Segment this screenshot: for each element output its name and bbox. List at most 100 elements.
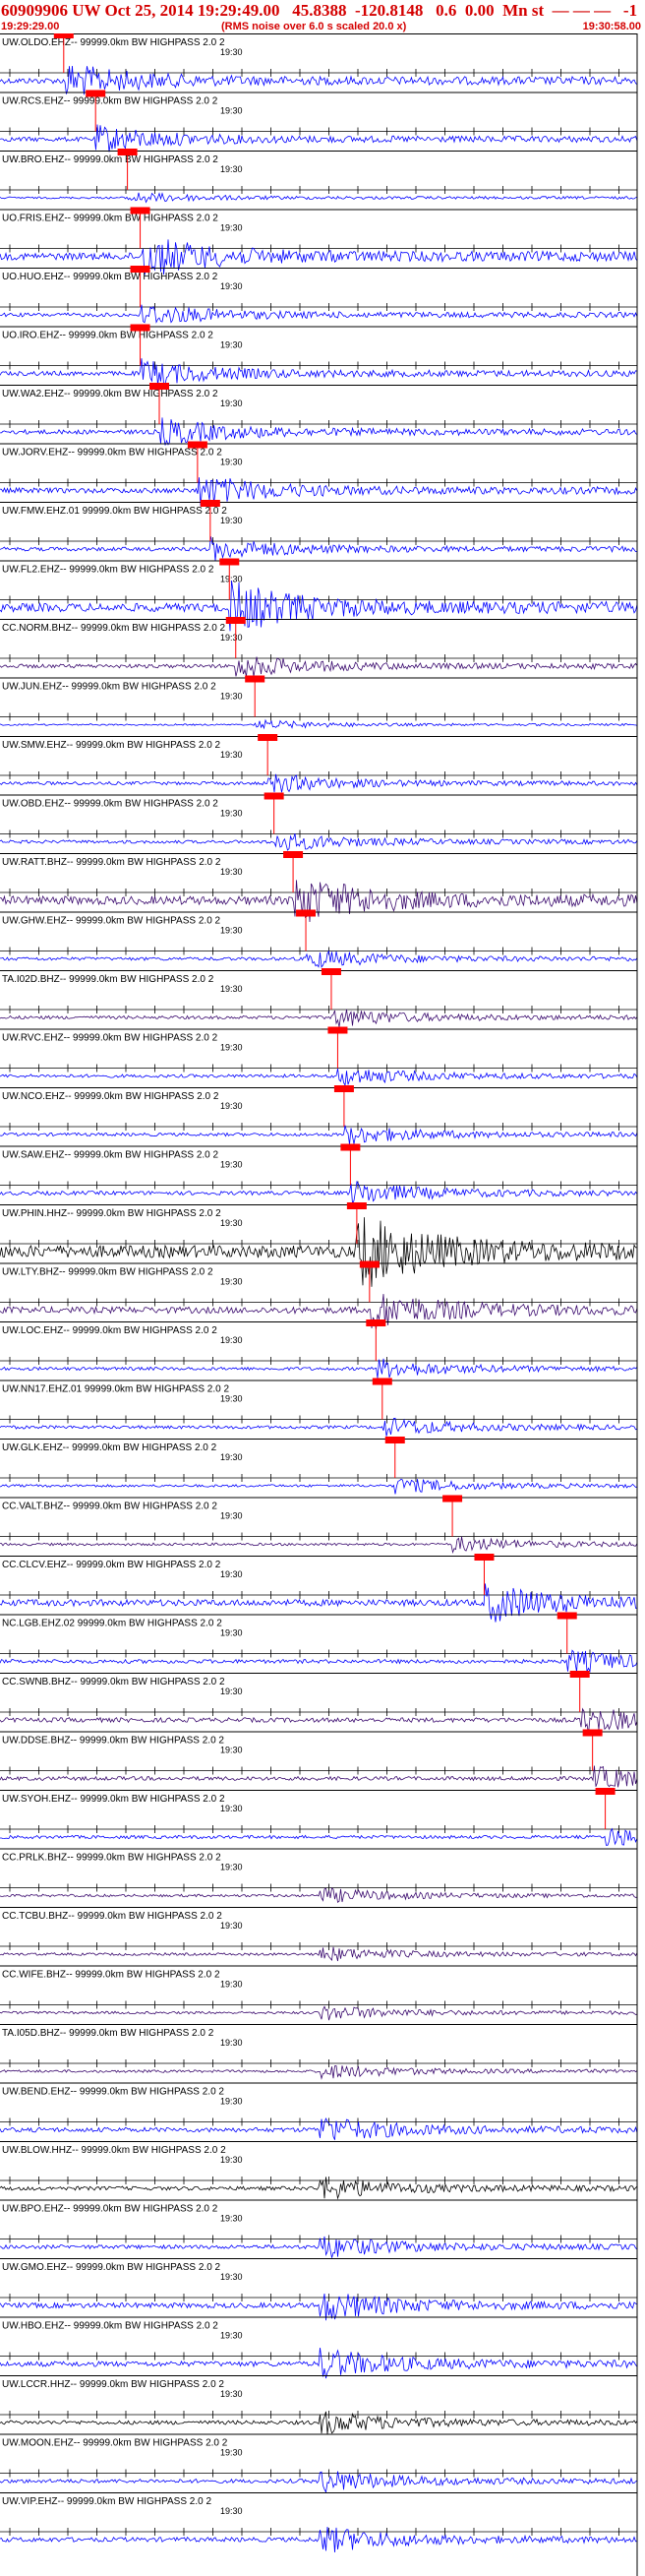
tick-label: 19:30 [220, 2448, 243, 2458]
trace: UO.HUO.EHZ-- 99999.0km BW HIGHPASS 2.0 2… [0, 266, 638, 324]
trace: UW.FL2.EHZ-- 99999.0km BW HIGHPASS 2.0 2… [0, 558, 638, 632]
trace-label: CC.VALT.BHZ-- 99999.0km BW HIGHPASS 2.0 … [2, 1502, 217, 1512]
waveform [0, 1536, 638, 1555]
trace: UW.NN17.EHZ.01 99999.0km BW HIGHPASS 2.0… [0, 1378, 638, 1437]
trace: UW.BPO.EHZ-- 99999.0km BW HIGHPASS 2.0 2… [0, 2199, 638, 2258]
trace-label: UW.BRO.EHZ-- 99999.0km BW HIGHPASS 2.0 2 [2, 154, 218, 165]
tick-label: 19:30 [220, 633, 243, 643]
trace: UW.LOC.EHZ-- 99999.0km BW HIGHPASS 2.0 2… [0, 1319, 638, 1379]
tick-label: 19:30 [220, 2214, 243, 2224]
trace-label: UW.SAW.EHZ-- 99999.0km BW HIGHPASS 2.0 2 [2, 1150, 218, 1161]
trace-label: TA.I05D.BHZ-- 99999.0km BW HIGHPASS 2.0 … [2, 2028, 214, 2039]
waveform [0, 1478, 638, 1495]
waveform [0, 773, 638, 793]
waveform [0, 1707, 638, 1734]
waveform [0, 536, 638, 562]
trace-label: UW.JORV.EHZ-- 99999.0km BW HIGHPASS 2.0 … [2, 448, 222, 459]
trace-label: UW.GMO.EHZ-- 99999.0km BW HIGHPASS 2.0 2 [2, 2262, 221, 2273]
trace: UW.OBD.EHZ-- 99999.0km BW HIGHPASS 2.0 2… [0, 792, 638, 851]
waveform [0, 192, 638, 204]
seismogram-header: 60909906 UW Oct 25, 2014 19:29:49.00 45.… [0, 0, 645, 33]
tick-label: 19:30 [220, 2506, 243, 2516]
trace-label: UW.PHIN.HHZ-- 99999.0km BW HIGHPASS 2.0 … [2, 1208, 221, 1219]
trace-label: UW.NCO.EHZ-- 99999.0km BW HIGHPASS 2.0 2 [2, 1091, 219, 1102]
trace: UW.BEND.EHZ-- 99999.0km BW HIGHPASS 2.0 … [0, 2082, 638, 2140]
tick-label: 19:30 [220, 516, 243, 525]
trace-label: CC.WIFE.BHZ-- 99999.0km BW HIGHPASS 2.0 … [2, 1970, 220, 1981]
trace: UW.GMO.EHZ-- 99999.0km BW HIGHPASS 2.0 2… [0, 2258, 638, 2321]
trace-label: UW.RCS.EHZ-- 99999.0km BW HIGHPASS 2.0 2 [2, 96, 218, 107]
trace: UW.RATT.BHZ-- 99999.0km BW HIGHPASS 2.0 … [0, 851, 638, 923]
tick-label: 19:30 [220, 1569, 243, 1579]
trace-label: UW.RATT.BHZ-- 99999.0km BW HIGHPASS 2.0 … [2, 857, 221, 868]
waveform [0, 2526, 638, 2553]
trace: UW.LCCR.HHZ-- 99999.0km BW HIGHPASS 2.0 … [0, 2375, 638, 2434]
trace-label: UW.GLK.EHZ-- 99999.0km BW HIGHPASS 2.0 2 [2, 1442, 217, 1453]
tick-label: 19:30 [220, 984, 243, 994]
tick-label: 19:30 [220, 2331, 243, 2341]
end-time: 19:30:58.00 [582, 21, 641, 32]
trace-label: UW.FMW.EHZ.01 99999.0km BW HIGHPASS 2.0 … [2, 506, 227, 517]
trace: UW.OLDO.EHZ-- 99999.0km BW HIGHPASS 2.0 … [0, 33, 638, 95]
trace-label: UW.OLDO.EHZ-- 99999.0km BW HIGHPASS 2.0 … [2, 37, 225, 48]
trace: UW.NCO.EHZ-- 99999.0km BW HIGHPASS 2.0 2… [0, 1085, 638, 1145]
waveform [0, 1765, 638, 1788]
trace: CC.WIFE.BHZ-- 99999.0km BW HIGHPASS 2.0 … [0, 1965, 638, 2021]
trace-label: UW.NN17.EHZ.01 99999.0km BW HIGHPASS 2.0… [2, 1384, 229, 1395]
rms-note: (RMS noise over 6.0 s scaled 20.0 x) [221, 21, 407, 32]
trace-label: UO.HUO.EHZ-- 99999.0km BW HIGHPASS 2.0 2 [2, 272, 218, 282]
tick-label: 19:30 [220, 1101, 243, 1111]
trace-label: UW.FL2.EHZ-- 99999.0km BW HIGHPASS 2.0 2 [2, 565, 214, 576]
tick-label: 19:30 [220, 1921, 243, 1931]
waveform [0, 1358, 638, 1379]
trace-label: UW.LCCR.HHZ-- 99999.0km BW HIGHPASS 2.0 … [2, 2379, 224, 2390]
tick-label: 19:30 [220, 926, 243, 936]
trace: UW.BRO.EHZ-- 99999.0km BW HIGHPASS 2.0 2… [0, 149, 638, 204]
waveform [0, 2347, 638, 2379]
trace-label: UO.IRO.EHZ-- 99999.0km BW HIGHPASS 2.0 2 [2, 331, 213, 341]
tick-label: 19:30 [220, 1511, 243, 1521]
tick-label: 19:30 [220, 399, 243, 408]
trace: UW.GHW.EHZ-- 99999.0km BW HIGHPASS 2.0 2… [0, 909, 638, 968]
trace-label: UO.FRIS.EHZ-- 99999.0km BW HIGHPASS 2.0 … [2, 214, 218, 224]
tick-label: 19:30 [220, 1628, 243, 1638]
tick-label: 19:30 [220, 750, 243, 760]
waveform [0, 1946, 638, 1962]
trace-label: UW.BPO.EHZ-- 99999.0km BW HIGHPASS 2.0 2 [2, 2204, 218, 2215]
trace: CC.PRLK.BHZ-- 99999.0km BW HIGHPASS 2.0 … [0, 1848, 638, 1904]
tick-label: 19:30 [220, 1043, 243, 1053]
trace: TA.I02D.BHZ-- 99999.0km BW HIGHPASS 2.0 … [0, 968, 638, 1027]
trace-label: UW.BEND.EHZ-- 99999.0km BW HIGHPASS 2.0 … [2, 2087, 224, 2098]
trace-label: TA.I02D.BHZ-- 99999.0km BW HIGHPASS 2.0 … [2, 974, 214, 985]
waveform [0, 1583, 638, 1623]
waveform [0, 1069, 638, 1087]
trace: UW.RVC.EHZ-- 99999.0km BW HIGHPASS 2.0 2… [0, 1026, 638, 1087]
tick-label: 19:30 [220, 867, 243, 877]
start-time: 19:29:29.00 [1, 21, 60, 32]
tick-label: 19:30 [220, 2097, 243, 2107]
trace-label: UW.WA2.EHZ-- 99999.0km BW HIGHPASS 2.0 2 [2, 389, 218, 399]
tick-label: 19:30 [220, 1277, 243, 1287]
tick-label: 19:30 [220, 1863, 243, 1872]
waveform [0, 1887, 638, 1904]
tick-label: 19:30 [220, 2155, 243, 2165]
tick-label: 19:30 [220, 223, 243, 233]
waveform [0, 2471, 638, 2493]
tick-label: 19:30 [220, 1980, 243, 1990]
tick-label: 19:30 [220, 809, 243, 819]
trace-label: UW.LTY.BHZ-- 99999.0km BW HIGHPASS 2.0 2 [2, 1267, 213, 1278]
tick-label: 19:30 [220, 2272, 243, 2282]
trace: UW.VIP.EHZ-- 99999.0km BW HIGHPASS 2.0 2… [0, 2492, 638, 2553]
trace: UW.JORV.EHZ-- 99999.0km BW HIGHPASS 2.0 … [0, 441, 638, 507]
tick-label: 19:30 [220, 1394, 243, 1404]
waveform [0, 417, 638, 446]
tick-label: 19:30 [220, 340, 243, 350]
tick-label: 19:30 [220, 458, 243, 467]
tick-label: 19:30 [220, 47, 243, 57]
waveform [0, 950, 638, 968]
trace-label: UW.GHW.EHZ-- 99999.0km BW HIGHPASS 2.0 2 [2, 916, 221, 927]
trace: UW.LTY.BHZ-- 99999.0km BW HIGHPASS 2.0 2… [0, 1260, 638, 1330]
trace: UW.FMW.EHZ.01 99999.0km BW HIGHPASS 2.0 … [0, 500, 638, 562]
trace: CC.SWNB.BHZ-- 99999.0km BW HIGHPASS 2.0 … [0, 1671, 638, 1734]
trace: UW.MOON.EHZ-- 99999.0km BW HIGHPASS 2.0 … [0, 2433, 638, 2493]
